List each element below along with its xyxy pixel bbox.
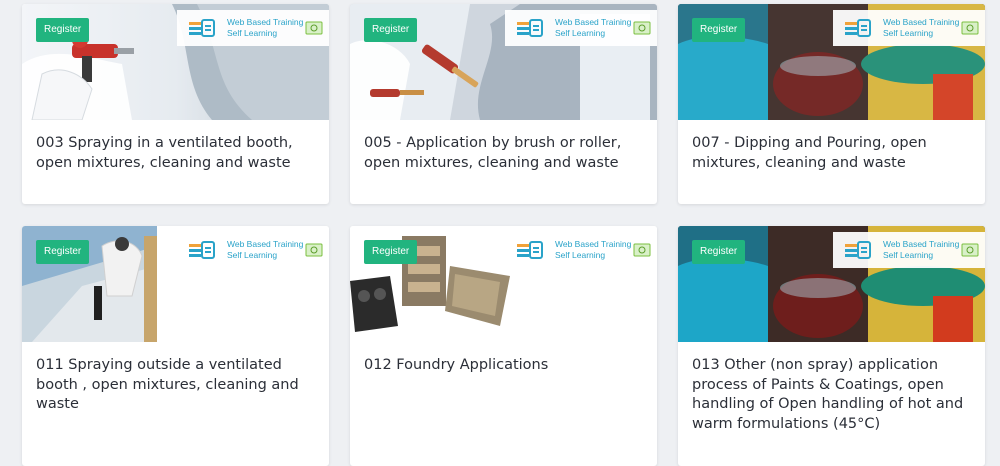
money-icon bbox=[633, 243, 651, 257]
training-tag-line1: Web Based Training bbox=[555, 17, 632, 27]
course-title[interactable]: 012 Foundry Applications bbox=[364, 356, 643, 376]
training-tag-line1: Web Based Training bbox=[227, 17, 304, 27]
course-card-007[interactable]: Register Web Based Training Self Learnin… bbox=[678, 4, 985, 204]
course-title[interactable]: 007 - Dipping and Pouring, open mixtures… bbox=[692, 134, 971, 173]
training-tag-line2: Self Learning bbox=[883, 28, 934, 38]
money-icon bbox=[633, 21, 651, 35]
course-card-012[interactable]: Register Web Based Training Self Learnin… bbox=[350, 226, 657, 466]
course-image-spray-outdoor-wall: Register Web Based Training Self Learnin… bbox=[22, 226, 329, 342]
money-icon bbox=[305, 21, 323, 35]
training-tag: Web Based Training Self Learning bbox=[177, 10, 329, 46]
register-badge[interactable]: Register bbox=[364, 240, 418, 264]
course-image-foundry-castings: Register Web Based Training Self Learnin… bbox=[350, 226, 657, 342]
course-title[interactable]: 011 Spraying outside a ventilated booth … bbox=[36, 356, 315, 415]
training-tag-line2: Self Learning bbox=[227, 250, 278, 260]
register-badge[interactable]: Register bbox=[364, 18, 418, 42]
course-image-lab-glassware: Register Web Based Training Self Learnin… bbox=[678, 226, 985, 342]
course-card-013[interactable]: Register Web Based Training Self Learnin… bbox=[678, 226, 985, 466]
course-card-011[interactable]: Register Web Based Training Self Learnin… bbox=[22, 226, 329, 466]
training-tag-line1: Web Based Training bbox=[883, 17, 960, 27]
training-logo-icon bbox=[517, 19, 543, 37]
training-tag-line2: Self Learning bbox=[227, 28, 278, 38]
training-tag-line2: Self Learning bbox=[555, 250, 606, 260]
training-tag: Web Based Training Self Learning bbox=[177, 232, 329, 268]
register-badge[interactable]: Register bbox=[692, 18, 746, 42]
course-title[interactable]: 003 Spraying in a ventilated booth, open… bbox=[36, 134, 315, 173]
training-tag-line2: Self Learning bbox=[555, 28, 606, 38]
training-logo-icon bbox=[845, 241, 871, 259]
register-badge[interactable]: Register bbox=[36, 18, 90, 42]
training-tag-line2: Self Learning bbox=[883, 250, 934, 260]
course-image-spray-gun-booth: Register Web Based Training Self Learnin… bbox=[22, 4, 329, 120]
training-tag-line1: Web Based Training bbox=[227, 239, 304, 249]
training-logo-icon bbox=[845, 19, 871, 37]
training-tag-line1: Web Based Training bbox=[555, 239, 632, 249]
course-title[interactable]: 013 Other (non spray) application proces… bbox=[692, 356, 971, 434]
training-tag-line1: Web Based Training bbox=[883, 239, 960, 249]
course-image-brush-roller: Register Web Based Training Self Learnin… bbox=[350, 4, 657, 120]
training-tag: Web Based Training Self Learning bbox=[505, 10, 657, 46]
register-badge[interactable]: Register bbox=[36, 240, 90, 264]
course-image-lab-glassware: Register Web Based Training Self Learnin… bbox=[678, 4, 985, 120]
course-card-003[interactable]: Register Web Based Training Self Learnin… bbox=[22, 4, 329, 204]
course-title[interactable]: 005 - Application by brush or roller, op… bbox=[364, 134, 643, 173]
training-tag: Web Based Training Self Learning bbox=[505, 232, 657, 268]
training-logo-icon bbox=[517, 241, 543, 259]
money-icon bbox=[961, 21, 979, 35]
training-tag: Web Based Training Self Learning bbox=[833, 10, 985, 46]
training-logo-icon bbox=[189, 19, 215, 37]
money-icon bbox=[961, 243, 979, 257]
training-tag: Web Based Training Self Learning bbox=[833, 232, 985, 268]
course-card-grid: Register Web Based Training Self Learnin… bbox=[0, 0, 1000, 466]
register-badge[interactable]: Register bbox=[692, 240, 746, 264]
money-icon bbox=[305, 243, 323, 257]
training-logo-icon bbox=[189, 241, 215, 259]
course-card-005[interactable]: Register Web Based Training Self Learnin… bbox=[350, 4, 657, 204]
